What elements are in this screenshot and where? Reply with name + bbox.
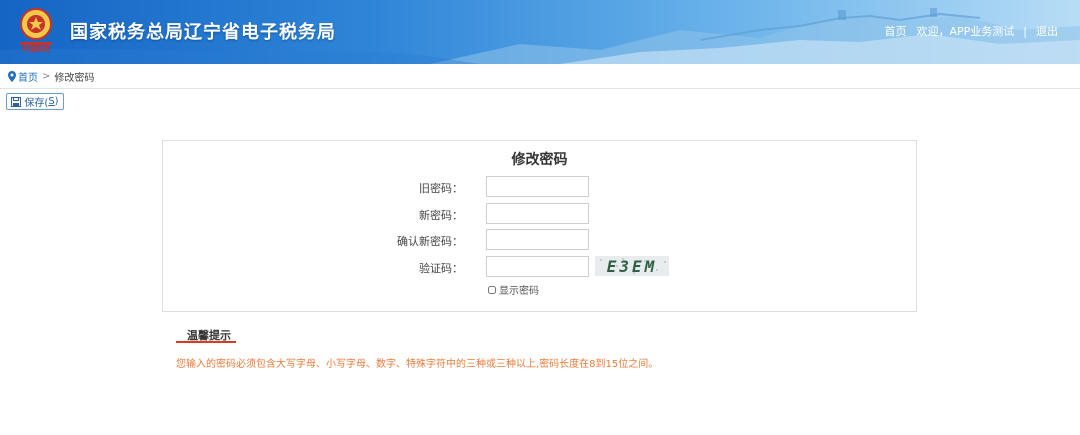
emblem-caption: 中国税务 <box>22 45 50 53</box>
nav-home-link[interactable]: 首页 <box>884 23 906 39</box>
show-password-label: 显示密码 <box>499 286 539 297</box>
breadcrumb-current: 修改密码 <box>54 72 95 84</box>
breadcrumb-home-link[interactable]: 首页 <box>18 69 38 84</box>
old-password-label: 旧密码： <box>419 182 463 195</box>
tips-text: 您输入的密码必须包含大写字母、小写字母、数字、特殊字符中的三种或三种以上,密码长… <box>176 359 659 370</box>
old-password-row: 旧密码： <box>163 176 916 198</box>
site-title: 国家税务总局辽宁省电子税务局 <box>70 22 336 43</box>
site-header: 中国税务 国家税务总局辽宁省电子税务局 首页 欢迎，APP业务测试 | 退出 <box>0 0 1080 64</box>
breadcrumb: 首页 > 修改密码 <box>0 64 1080 89</box>
top-nav: 首页 欢迎，APP业务测试 | 退出 <box>884 23 1058 39</box>
show-password-checkbox[interactable] <box>488 285 496 294</box>
breadcrumb-separator: > <box>42 70 51 82</box>
tips-underline <box>176 341 236 343</box>
captcha-image[interactable]: E3EM <box>595 256 669 276</box>
confirm-password-row: 确认新密码： <box>163 229 916 251</box>
confirm-password-label: 确认新密码： <box>397 235 463 248</box>
nav-separator: | <box>1023 24 1027 38</box>
confirm-password-input[interactable] <box>486 229 589 250</box>
captcha-row: 验证码： E3EM <box>163 256 916 278</box>
logout-link[interactable]: 退出 <box>1036 23 1058 39</box>
new-password-row: 新密码： <box>163 203 916 225</box>
show-password-toggle[interactable]: 显示密码 <box>488 282 539 297</box>
captcha-input[interactable] <box>486 256 589 277</box>
captcha-text: E3EM <box>607 257 658 276</box>
captcha-label: 验证码： <box>419 262 463 275</box>
save-button-label: 保存( <box>24 98 49 109</box>
old-password-input[interactable] <box>486 176 589 197</box>
save-button[interactable]: 保存(S) <box>6 93 64 110</box>
save-button-suffix: ) <box>54 96 59 107</box>
location-pin-icon <box>8 70 16 82</box>
new-password-input[interactable] <box>486 203 589 224</box>
save-icon <box>11 96 22 107</box>
form-title: 修改密码 <box>511 152 568 168</box>
new-password-label: 新密码： <box>419 209 463 222</box>
welcome-user-text: 欢迎，APP业务测试 <box>916 25 1015 38</box>
change-password-panel: 修改密码 旧密码： 新密码： 确认新密码： 验证码： E3EM 显示密码 <box>162 140 917 312</box>
